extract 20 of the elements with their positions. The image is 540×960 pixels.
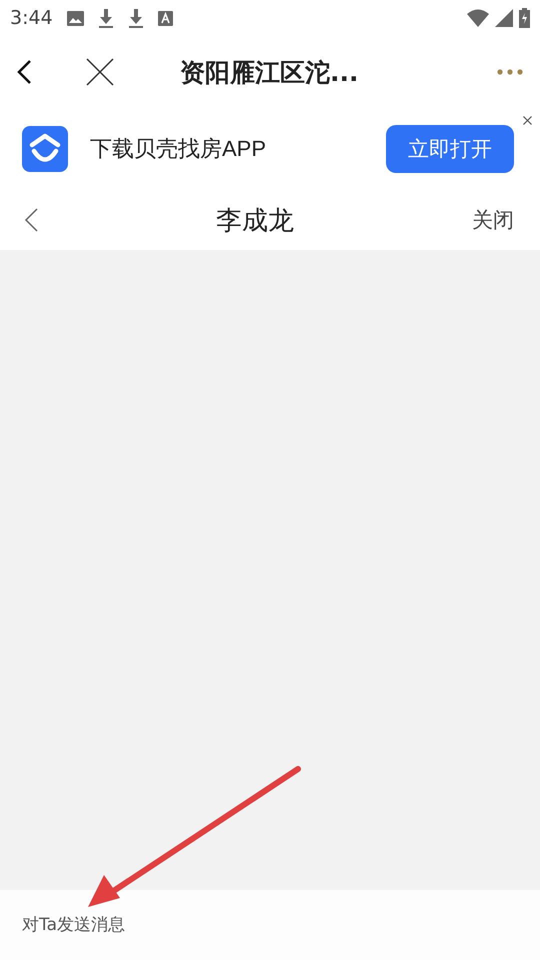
close-link[interactable]: 关闭	[472, 206, 514, 234]
open-app-button[interactable]: 立即打开	[386, 125, 514, 173]
close-button[interactable]	[86, 58, 114, 86]
chat-title: 李成龙	[215, 204, 295, 238]
signal-icon	[495, 9, 513, 27]
page-title: 资阳雁江区沱...	[180, 56, 358, 88]
more-button[interactable]	[496, 68, 524, 76]
message-input[interactable]: 对Ta发送消息	[22, 915, 322, 935]
image-icon	[66, 10, 84, 26]
status-time: 3:44	[10, 7, 53, 29]
battery-icon	[519, 8, 530, 28]
back-button[interactable]	[16, 59, 32, 85]
banner-text: 下载贝壳找房APP	[90, 135, 266, 163]
house-logo-icon	[22, 126, 68, 172]
download-icon	[98, 8, 114, 28]
close-icon[interactable]	[523, 116, 532, 125]
font-icon	[158, 10, 173, 26]
wifi-icon	[467, 9, 489, 27]
back-icon[interactable]	[24, 208, 38, 232]
download-icon	[128, 8, 144, 28]
